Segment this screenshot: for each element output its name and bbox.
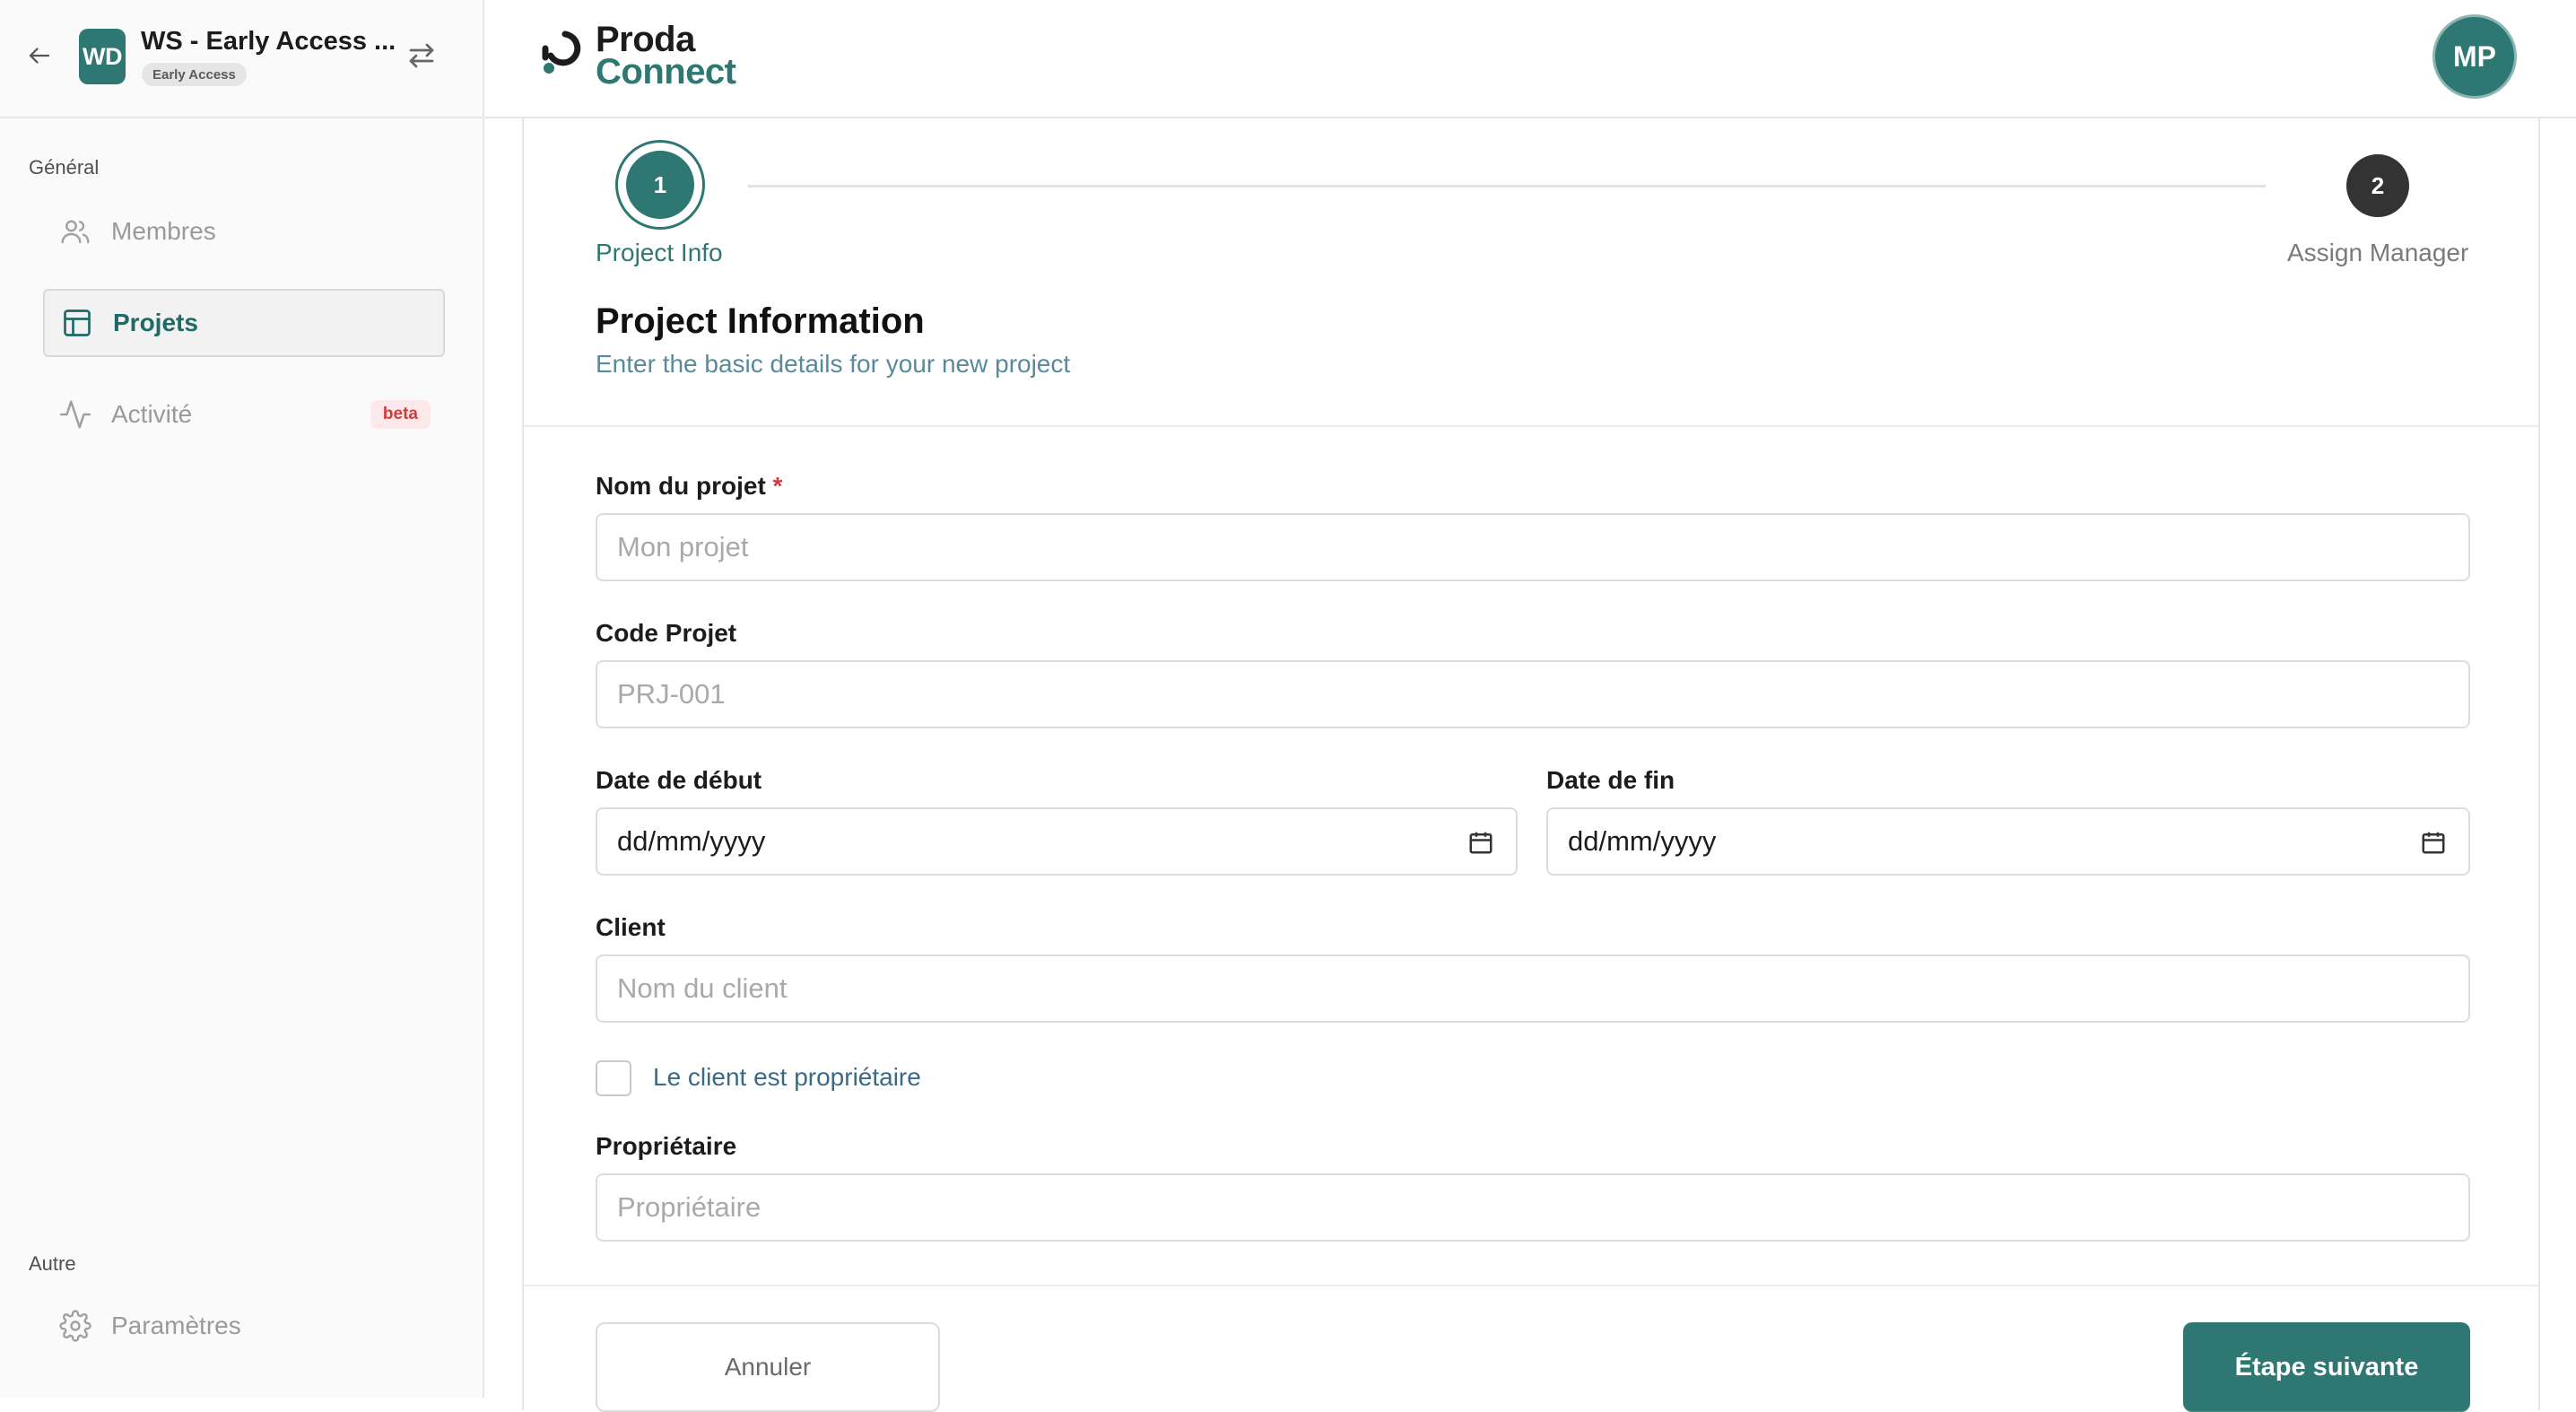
form-subtitle: Enter the basic details for your new pro… bbox=[596, 350, 1071, 378]
footer-divider bbox=[524, 1285, 2538, 1286]
sidebar-item-membres[interactable]: Membres bbox=[43, 197, 445, 266]
end-date-input[interactable]: dd/mm/yyyy bbox=[1546, 807, 2470, 876]
sidebar-item-label: Paramètres bbox=[111, 1312, 241, 1339]
project-code-label: Code Projet bbox=[596, 619, 737, 647]
start-date-placeholder: dd/mm/yyyy bbox=[617, 825, 766, 857]
back-button[interactable] bbox=[23, 39, 56, 72]
start-date-label: Date de début bbox=[596, 766, 762, 794]
logo-text-connect: Connect bbox=[596, 52, 736, 92]
step-2-indicator[interactable]: 2 bbox=[2346, 154, 2409, 217]
end-date-placeholder: dd/mm/yyyy bbox=[1568, 825, 1717, 857]
sidebar-item-activite[interactable]: Activité beta bbox=[43, 380, 445, 449]
required-mark: * bbox=[772, 472, 783, 500]
step-1-number: 1 bbox=[626, 151, 694, 219]
sidebar-item-label: Activité bbox=[111, 400, 193, 428]
end-date-label: Date de fin bbox=[1546, 766, 1675, 794]
sidebar: WD WS - Early Access ... Early Access Gé… bbox=[0, 0, 484, 1398]
step-2-label: Assign Manager bbox=[2287, 239, 2469, 266]
header-divider bbox=[524, 425, 2538, 427]
step-1-label: Project Info bbox=[596, 239, 723, 266]
workspace-avatar: WD bbox=[79, 29, 126, 84]
cancel-button[interactable]: Annuler bbox=[596, 1322, 940, 1412]
sidebar-item-projets[interactable]: Projets bbox=[43, 289, 445, 357]
logo-mark-icon bbox=[542, 31, 581, 74]
start-date-input[interactable]: dd/mm/yyyy bbox=[596, 807, 1518, 876]
workspace-badge: Early Access bbox=[142, 63, 247, 86]
client-label: Client bbox=[596, 913, 666, 941]
project-code-input[interactable] bbox=[596, 660, 2470, 728]
user-avatar[interactable]: MP bbox=[2432, 14, 2517, 99]
activity-icon bbox=[57, 397, 93, 432]
project-name-input[interactable] bbox=[596, 513, 2470, 581]
top-bar: Proda Connect MP bbox=[484, 0, 2576, 118]
client-is-owner-checkbox[interactable] bbox=[596, 1060, 631, 1096]
project-name-label-text: Nom du projet bbox=[596, 472, 766, 500]
sidebar-item-label: Projets bbox=[113, 309, 198, 336]
client-input[interactable] bbox=[596, 954, 2470, 1023]
arrow-left-icon bbox=[29, 48, 50, 64]
workspace-header: WD WS - Early Access ... Early Access bbox=[0, 0, 483, 118]
workspace-name: WS - Early Access ... bbox=[141, 27, 396, 56]
proda-connect-logo[interactable]: Proda Connect bbox=[538, 20, 736, 92]
beta-badge: beta bbox=[370, 400, 431, 429]
sidebar-item-parametres[interactable]: Paramètres bbox=[43, 1292, 445, 1360]
calendar-icon[interactable] bbox=[1467, 829, 1494, 856]
sidebar-item-label: Membres bbox=[111, 217, 216, 245]
calendar-icon[interactable] bbox=[2420, 829, 2447, 856]
client-is-owner-label[interactable]: Le client est propriétaire bbox=[653, 1063, 921, 1092]
stepper-line bbox=[748, 185, 2266, 187]
project-name-label: Nom du projet * bbox=[596, 472, 782, 501]
gear-icon bbox=[57, 1308, 93, 1344]
owner-label: Propriétaire bbox=[596, 1132, 737, 1160]
switch-arrows-icon bbox=[409, 43, 434, 68]
section-label-autre: Autre bbox=[29, 1252, 76, 1275]
owner-input[interactable] bbox=[596, 1173, 2470, 1242]
next-step-button[interactable]: Étape suivante bbox=[2183, 1322, 2470, 1412]
logo-text-proda: Proda bbox=[596, 20, 695, 59]
step-1-indicator[interactable]: 1 bbox=[615, 140, 705, 230]
users-icon bbox=[57, 214, 93, 249]
section-label-general: Général bbox=[29, 156, 100, 179]
switch-workspace-button[interactable] bbox=[402, 38, 441, 74]
form-title: Project Information bbox=[596, 301, 925, 341]
layout-icon bbox=[59, 305, 95, 341]
project-form-card: 1 Project Info 2 Assign Manager Project … bbox=[522, 118, 2540, 1412]
